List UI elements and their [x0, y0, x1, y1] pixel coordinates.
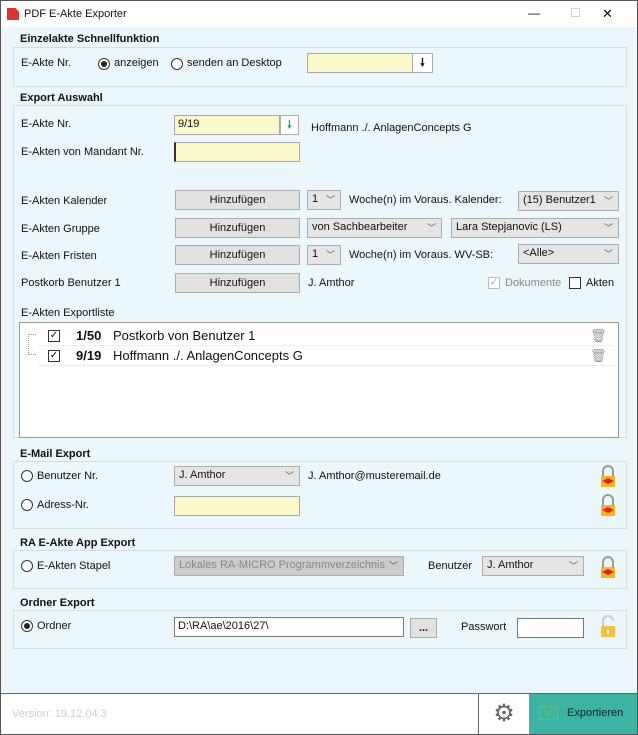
- export-akte-name: Hoffmann ./. AnlagenConcepts G: [311, 122, 472, 134]
- chevron-down-icon: ﹀: [603, 223, 613, 233]
- ordner-path-input[interactable]: D:\RA\ae\2016\27\: [174, 617, 404, 637]
- list-item-nr: 1/50: [76, 328, 102, 343]
- gruppe-add-button[interactable]: Hinzufügen: [175, 218, 300, 238]
- adress-input[interactable]: [174, 496, 300, 516]
- window-title: PDF E-Akte Exporter: [24, 8, 127, 20]
- benutzer-label: Benutzer Nr.: [37, 470, 99, 482]
- list-item-checkbox[interactable]: ✓: [48, 330, 60, 342]
- email-address: J. Amthor@musteremail.de: [308, 470, 441, 482]
- adress-radio[interactable]: [21, 499, 33, 511]
- quick-header: Einzelakte Schnellfunktion: [20, 33, 163, 45]
- export-header: Export Auswahl: [20, 92, 106, 104]
- browse-button[interactable]: ...: [410, 618, 437, 638]
- anzeigen-radio[interactable]: [98, 58, 110, 70]
- anzeigen-label: anzeigen: [114, 57, 159, 69]
- envelope-icon: [539, 706, 558, 720]
- quick-akte-input[interactable]: [307, 53, 413, 73]
- chevron-down-icon: ﹀: [325, 195, 335, 205]
- list-item-name: Hoffmann ./. AnlagenConcepts G: [113, 348, 303, 363]
- ordner-header: Ordner Export: [20, 597, 98, 609]
- minimize-button[interactable]: —: [528, 6, 540, 20]
- trash-icon[interactable]: 🗑: [590, 348, 607, 364]
- lock-icon[interactable]: [599, 465, 617, 489]
- ordner-label: Ordner: [37, 620, 72, 632]
- export-arrow-button[interactable]: 🠗: [280, 115, 299, 135]
- gear-icon: ⚙: [493, 700, 515, 727]
- list-item[interactable]: ✓ 9/19 Hoffmann ./. AnlagenConcepts G 🗑: [38, 346, 613, 366]
- dokumente-checkbox[interactable]: ✓: [488, 277, 500, 289]
- dokumente-label: Dokumente: [505, 277, 562, 289]
- chevron-down-icon: ﹀: [426, 223, 436, 233]
- exportliste-label: E-Akten Exportliste: [21, 307, 115, 319]
- postkorb-add-button[interactable]: Hinzufügen: [175, 273, 300, 293]
- quick-akte-label: E-Akte Nr.: [21, 57, 72, 69]
- kalender-weeks-select[interactable]: 1 ﹀: [307, 190, 341, 210]
- export-button[interactable]: Exportieren: [529, 694, 637, 734]
- kalender-label: E-Akten Kalender: [21, 195, 108, 207]
- export-akte-label: E-Akte Nr.: [21, 118, 72, 130]
- chevron-down-icon: ﹀: [568, 561, 578, 571]
- passwort-input[interactable]: [517, 618, 584, 638]
- lock-open-icon[interactable]: [599, 615, 617, 639]
- lock-icon[interactable]: [599, 556, 617, 580]
- tree-lines: [28, 334, 36, 355]
- chevron-down-icon: ﹀: [325, 250, 335, 260]
- email-benutzer-select[interactable]: J. Amthor ﹀: [174, 466, 300, 486]
- ordner-radio[interactable]: [21, 620, 33, 632]
- title-bar: PDF E-Akte Exporter — ☐ ✕: [1, 1, 637, 27]
- list-item-checkbox[interactable]: ✓: [48, 350, 60, 362]
- app-header: RA E-Akte App Export: [20, 537, 139, 549]
- fristen-select[interactable]: <Alle> ﹀: [518, 244, 619, 264]
- postkorb-label: Postkorb Benutzer 1: [21, 277, 121, 289]
- trash-icon[interactable]: 🗑: [590, 328, 607, 344]
- mandant-input[interactable]: [174, 142, 300, 162]
- app-benutzer-label: Benutzer: [428, 560, 473, 572]
- gruppe-person-select[interactable]: Lara Stepjanovic (LS) ﹀: [451, 218, 619, 238]
- benutzer-radio[interactable]: [21, 470, 33, 482]
- main-window: PDF E-Akte Exporter — ☐ ✕ Einzelakte Sch…: [0, 0, 638, 735]
- app-benutzer-select[interactable]: J. Amthor ﹀: [482, 556, 584, 576]
- list-item-name: Postkorb von Benutzer 1: [113, 328, 256, 343]
- list-item[interactable]: ✓ 1/50 Postkorb von Benutzer 1 🗑: [38, 326, 613, 346]
- fristen-label: E-Akten Fristen: [21, 250, 97, 262]
- stapel-radio[interactable]: [21, 560, 33, 572]
- kalender-select[interactable]: (15) Benutzer1 ﹀: [518, 191, 619, 211]
- chevron-down-icon: ﹀: [284, 471, 294, 481]
- fristen-add-button[interactable]: Hinzufügen: [175, 245, 300, 265]
- mandant-label: E-Akten von Mandant Nr.: [21, 146, 144, 158]
- list-item-nr: 9/19: [76, 348, 102, 363]
- close-button[interactable]: ✕: [602, 6, 613, 22]
- quick-arrow-button[interactable]: 🠗: [412, 53, 433, 73]
- desktop-label: senden an Desktop: [187, 57, 282, 69]
- settings-button[interactable]: ⚙: [478, 694, 529, 734]
- arrow-down-icon: 🠗: [287, 119, 292, 131]
- gruppe-type-select[interactable]: von Sachbearbeiter ﹀: [307, 218, 442, 238]
- export-list[interactable]: ✓ 1/50 Postkorb von Benutzer 1 🗑 ✓ 9/19 …: [19, 322, 619, 438]
- footer: Version: 19.12.04.3 ⚙ Exportieren: [1, 693, 637, 734]
- gruppe-label: E-Akten Gruppe: [21, 223, 100, 235]
- kalender-add-button[interactable]: Hinzufügen: [175, 190, 300, 210]
- postkorb-user: J. Amthor: [308, 277, 355, 289]
- fristen-text: Woche(n) im Voraus. WV-SB:: [349, 249, 494, 261]
- passwort-label: Passwort: [461, 621, 507, 633]
- export-label: Exportieren: [567, 707, 624, 719]
- kalender-text: Woche(n) im Voraus. Kalender:: [349, 194, 502, 206]
- stapel-label: E-Akten Stapel: [37, 560, 111, 572]
- chevron-down-icon: ﹀: [388, 561, 398, 571]
- akten-checkbox[interactable]: [569, 277, 581, 289]
- email-header: E-Mail Export: [20, 448, 94, 460]
- fristen-weeks-select[interactable]: 1 ﹀: [307, 245, 341, 265]
- akten-label: Akten: [586, 277, 615, 289]
- maximize-button[interactable]: ☐: [570, 6, 581, 20]
- export-akte-input[interactable]: 9/19: [174, 115, 280, 135]
- arrow-down-icon: 🠗: [420, 57, 425, 69]
- version-text: Version: 19.12.04.3: [12, 708, 107, 720]
- chevron-down-icon: ﹀: [603, 196, 613, 206]
- pdf-app-icon: [7, 8, 19, 20]
- adress-label: Adress-Nr.: [37, 499, 89, 511]
- chevron-down-icon: ﹀: [603, 249, 613, 259]
- stapel-select[interactable]: Lokales RA-MICRO Programmverzeichnis ﹀: [174, 556, 404, 576]
- desktop-radio[interactable]: [171, 58, 183, 70]
- lock-icon[interactable]: [599, 494, 617, 518]
